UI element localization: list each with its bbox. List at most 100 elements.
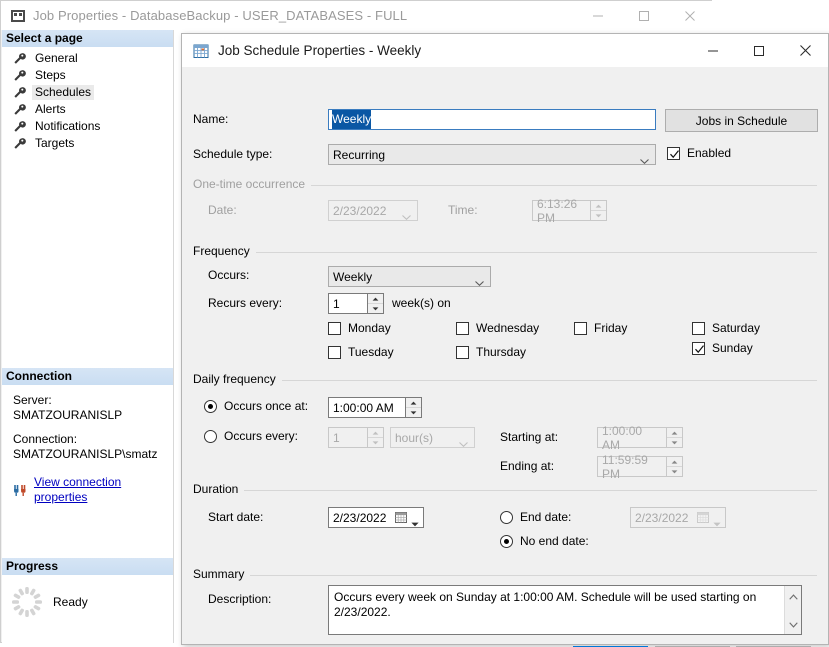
wrench-icon bbox=[13, 86, 26, 99]
day-checkbox-friday[interactable]: Friday bbox=[574, 321, 627, 335]
ending-at-spinner: 11:59:59 PM bbox=[597, 453, 683, 481]
sidebar-item-schedules[interactable]: Schedules bbox=[2, 84, 173, 101]
sidebar-item-label: Notifications bbox=[35, 119, 101, 133]
minimize-icon[interactable] bbox=[575, 1, 621, 30]
one-time-time-label: Time: bbox=[448, 203, 478, 217]
checkbox-box bbox=[456, 321, 469, 335]
sidebar-item-alerts[interactable]: Alerts bbox=[2, 101, 173, 118]
select-a-page-panel: Select a page General Steps Schedules Al… bbox=[2, 30, 174, 643]
start-date-picker[interactable]: 2/23/2022 bbox=[328, 507, 424, 528]
frequency-caption: Frequency bbox=[193, 244, 256, 258]
enabled-checkbox[interactable]: Enabled bbox=[667, 146, 731, 160]
one-time-occurrence-group: One-time occurrence bbox=[193, 177, 817, 233]
view-connection-properties-link[interactable]: View connection properties bbox=[34, 475, 173, 505]
spinner-up-icon bbox=[368, 428, 383, 438]
sidebar-item-label: Steps bbox=[35, 68, 66, 82]
radio-circle bbox=[204, 399, 217, 413]
one-time-time-spinner: 6:13:26 PM bbox=[532, 197, 607, 225]
end-date-picker: 2/23/2022 bbox=[630, 507, 726, 528]
connection-properties-icon bbox=[13, 484, 28, 497]
select-a-page-header: Select a page bbox=[2, 30, 173, 47]
sidebar-item-label: Targets bbox=[35, 136, 75, 150]
day-label: Sunday bbox=[712, 341, 753, 355]
scroll-down-icon[interactable] bbox=[788, 617, 798, 631]
day-checkbox-thursday[interactable]: Thursday bbox=[456, 345, 526, 359]
recurs-every-spinner[interactable]: 1 bbox=[328, 293, 384, 314]
sidebar-item-general[interactable]: General bbox=[2, 50, 173, 67]
progress-panel: Progress Ready bbox=[2, 558, 173, 619]
wrench-icon bbox=[13, 137, 26, 150]
server-label: Server: bbox=[13, 393, 52, 407]
spinner-down-icon[interactable] bbox=[406, 408, 421, 417]
sidebar-list: General Steps Schedules Alerts Notificat… bbox=[2, 47, 173, 152]
radio-circle bbox=[500, 534, 513, 548]
occurs-once-at-radio[interactable]: Occurs once at: bbox=[204, 399, 308, 413]
spinner-down-icon bbox=[667, 438, 682, 447]
one-time-date-select: 2/23/2022 bbox=[328, 200, 418, 221]
day-label: Saturday bbox=[712, 321, 761, 335]
wrench-icon bbox=[13, 69, 26, 82]
maximize-icon[interactable] bbox=[621, 1, 667, 30]
dialog-titlebar[interactable]: Job Schedule Properties - Weekly bbox=[182, 34, 828, 67]
occurs-every-interval-spinner: 1 bbox=[328, 427, 384, 448]
occurs-every-radio[interactable]: Occurs every: bbox=[204, 429, 298, 443]
wrench-icon bbox=[13, 120, 26, 133]
no-end-date-radio[interactable]: No end date: bbox=[500, 534, 589, 548]
start-date-label: Start date: bbox=[208, 510, 264, 524]
sidebar-item-label: Alerts bbox=[35, 102, 66, 116]
day-checkbox-tuesday[interactable]: Tuesday bbox=[328, 345, 394, 359]
minimize-icon[interactable] bbox=[690, 34, 736, 67]
day-checkbox-wednesday[interactable]: Wednesday bbox=[456, 321, 539, 335]
sidebar-item-steps[interactable]: Steps bbox=[2, 67, 173, 84]
day-label: Tuesday bbox=[348, 345, 394, 359]
name-label: Name: bbox=[193, 112, 229, 126]
job-schedule-properties-dialog: Job Schedule Properties - Weekly Name: W… bbox=[181, 33, 829, 647]
spinner-up-icon bbox=[667, 457, 682, 467]
sidebar-item-targets[interactable]: Targets bbox=[2, 135, 173, 152]
close-icon[interactable] bbox=[782, 34, 828, 67]
description-label: Description: bbox=[208, 592, 272, 606]
checkbox-box bbox=[574, 321, 587, 335]
spinner-down-icon[interactable] bbox=[368, 304, 383, 313]
occurs-every-value: 1 bbox=[328, 427, 367, 448]
day-label: Friday bbox=[594, 321, 628, 335]
spinner-up-icon[interactable] bbox=[368, 294, 383, 304]
chevron-down-icon bbox=[459, 436, 468, 450]
one-time-date-value: 2/23/2022 bbox=[333, 203, 387, 218]
schedule-type-label: Schedule type: bbox=[193, 147, 273, 161]
maximize-icon[interactable] bbox=[736, 34, 782, 67]
connection-value: SMATZOURANISLP\smatz bbox=[13, 447, 158, 461]
scroll-up-icon[interactable] bbox=[788, 589, 798, 603]
description-textarea[interactable]: Occurs every week on Sunday at 1:00:00 A… bbox=[328, 585, 802, 635]
job-properties-titlebar[interactable]: Job Properties - DatabaseBackup - USER_D… bbox=[1, 1, 713, 30]
occurs-every-unit-value: hour(s) bbox=[395, 430, 434, 445]
description-scrollbar[interactable] bbox=[784, 586, 801, 634]
spinner-up-icon[interactable] bbox=[406, 398, 421, 408]
spinner-down-icon bbox=[591, 211, 606, 220]
progress-status: Ready bbox=[53, 595, 88, 609]
occurs-label: Occurs: bbox=[208, 268, 250, 282]
occurs-once-at-label: Occurs once at: bbox=[224, 399, 309, 413]
starting-at-spinner: 1:00:00 AM bbox=[597, 424, 683, 452]
name-input[interactable]: Weekly bbox=[328, 109, 656, 130]
enabled-checkbox-box bbox=[667, 146, 680, 160]
day-checkbox-saturday[interactable]: Saturday bbox=[692, 321, 760, 335]
day-checkbox-sunday[interactable]: Sunday bbox=[692, 341, 753, 355]
name-input-value: Weekly bbox=[332, 110, 372, 129]
day-checkbox-monday[interactable]: Monday bbox=[328, 321, 391, 335]
day-label: Thursday bbox=[476, 345, 527, 359]
sidebar-item-notifications[interactable]: Notifications bbox=[2, 118, 173, 135]
jobs-in-schedule-label: Jobs in Schedule bbox=[695, 113, 788, 128]
occurs-once-at-time-spinner[interactable]: 1:00:00 AM bbox=[328, 397, 422, 418]
end-date-radio[interactable]: End date: bbox=[500, 510, 571, 524]
schedule-type-select[interactable]: Recurring bbox=[328, 144, 656, 165]
chevron-down-icon[interactable] bbox=[411, 516, 419, 530]
jobs-in-schedule-button[interactable]: Jobs in Schedule bbox=[665, 109, 818, 132]
close-icon[interactable] bbox=[667, 1, 713, 30]
occurs-select[interactable]: Weekly bbox=[328, 266, 491, 287]
description-value: Occurs every week on Sunday at 1:00:00 A… bbox=[334, 590, 757, 619]
wrench-icon bbox=[13, 52, 26, 65]
schedule-calendar-icon bbox=[193, 43, 209, 59]
spinner-up-icon bbox=[591, 201, 606, 211]
ending-at-label: Ending at: bbox=[500, 459, 555, 473]
